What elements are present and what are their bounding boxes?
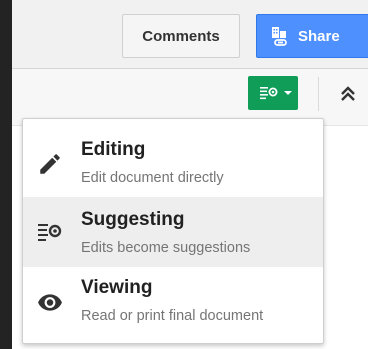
double-chevron-up-icon[interactable] [337, 83, 359, 105]
pencil-icon [40, 154, 60, 174]
editing-mode-button[interactable] [248, 76, 298, 110]
share-button-label: Share [298, 27, 340, 45]
docs-window: Comments Share Editing Edit document dir… [12, 0, 368, 349]
share-button[interactable]: Share [256, 14, 368, 58]
share-people-icon [272, 27, 287, 46]
suggesting-icon [38, 224, 62, 241]
menu-item-editing[interactable]: Editing Edit document directly [23, 127, 323, 197]
comments-button[interactable]: Comments [122, 14, 240, 58]
comments-button-label: Comments [142, 27, 220, 45]
mode-menu: Editing Edit document directly Suggestin… [22, 118, 324, 344]
eye-icon [38, 294, 62, 311]
menu-item-description: Read or print final document [81, 308, 264, 324]
menu-item-viewing[interactable]: Viewing Read or print final document [23, 267, 323, 337]
suggesting-icon [260, 87, 278, 100]
menu-item-label: Viewing [81, 277, 153, 298]
menu-item-label: Suggesting [81, 209, 185, 230]
header-bar: Comments Share [12, 0, 368, 69]
menu-item-description: Edit document directly [81, 170, 224, 186]
toolbar-divider [318, 77, 319, 111]
chevron-down-icon [284, 91, 292, 95]
menu-item-description: Edits become suggestions [81, 240, 251, 256]
menu-item-suggesting[interactable]: Suggesting Edits become suggestions [23, 197, 323, 267]
menu-item-label: Editing [81, 139, 146, 160]
